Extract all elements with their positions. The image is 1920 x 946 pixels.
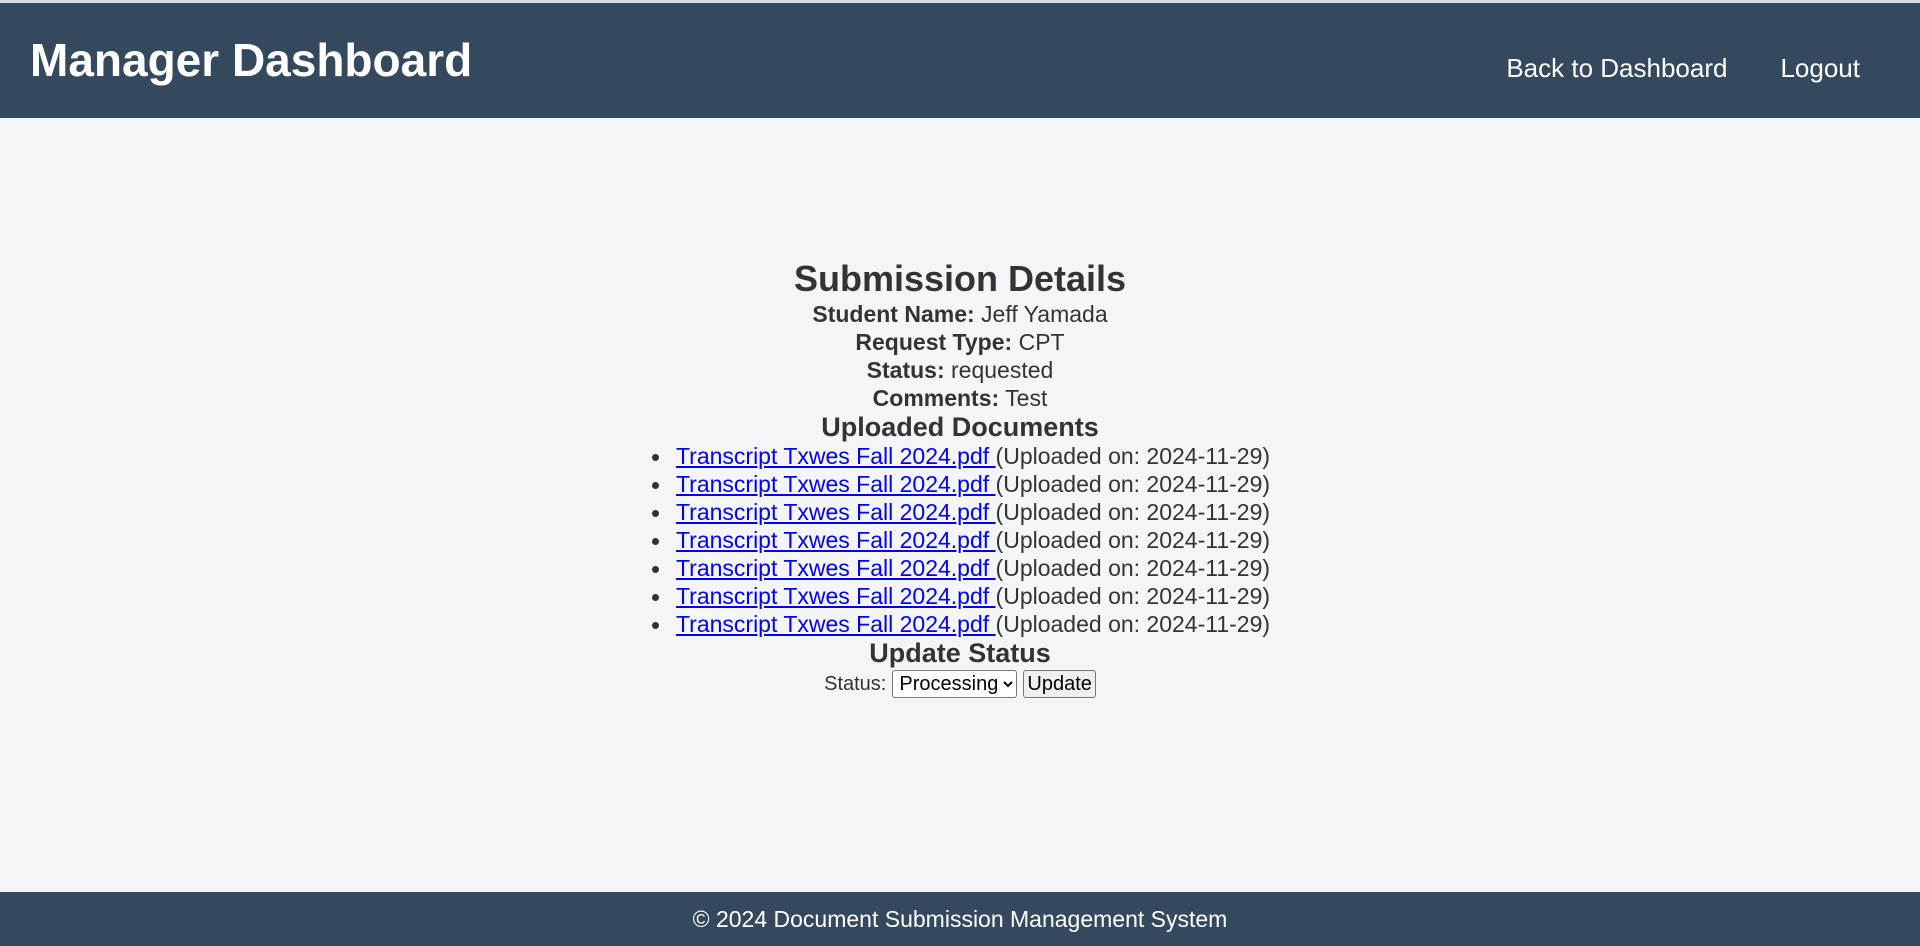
request-type-value: CPT — [1018, 329, 1065, 355]
document-item: Transcript Txwes Fall 2024.pdf (Uploaded… — [650, 442, 1270, 470]
bullet-icon — [651, 510, 659, 517]
status-label: Status: — [866, 357, 945, 383]
page-footer: © 2024 Document Submission Management Sy… — [0, 892, 1920, 946]
upload-date: (Uploaded on: 2024-11-29) — [995, 443, 1271, 469]
document-item: Transcript Txwes Fall 2024.pdf (Uploaded… — [650, 470, 1270, 498]
uploaded-documents-heading: Uploaded Documents — [821, 412, 1099, 442]
student-name-value: Jeff Yamada — [981, 301, 1108, 327]
document-link[interactable]: Transcript Txwes Fall 2024.pdf — [676, 471, 996, 497]
upload-date: (Uploaded on: 2024-11-29) — [995, 499, 1271, 525]
document-link[interactable]: Transcript Txwes Fall 2024.pdf — [676, 583, 996, 609]
bullet-icon — [651, 594, 659, 601]
upload-date: (Uploaded on: 2024-11-29) — [995, 611, 1271, 637]
student-name-row: Student Name: Jeff Yamada — [0, 300, 1920, 328]
main-content: Submission Details Student Name: Jeff Ya… — [0, 118, 1920, 892]
comments-label: Comments: — [872, 385, 1000, 411]
logout-link[interactable]: Logout — [1780, 52, 1860, 84]
document-link[interactable]: Transcript Txwes Fall 2024.pdf — [676, 527, 996, 553]
comments-row: Comments: Test — [0, 384, 1920, 412]
bullet-icon — [651, 622, 659, 629]
document-item: Transcript Txwes Fall 2024.pdf (Uploaded… — [650, 610, 1270, 638]
back-to-dashboard-link[interactable]: Back to Dashboard — [1506, 52, 1727, 84]
upload-date: (Uploaded on: 2024-11-29) — [995, 471, 1271, 497]
submission-details: Submission Details Student Name: Jeff Ya… — [0, 258, 1920, 698]
document-link[interactable]: Transcript Txwes Fall 2024.pdf — [676, 555, 996, 581]
update-status-form: Status: Processing Update — [0, 670, 1920, 698]
status-value: requested — [951, 357, 1054, 383]
status-row: Status: requested — [0, 356, 1920, 384]
comments-value: Test — [1005, 385, 1048, 411]
upload-date: (Uploaded on: 2024-11-29) — [995, 555, 1271, 581]
update-button[interactable]: Update — [1023, 670, 1096, 698]
upload-date: (Uploaded on: 2024-11-29) — [995, 527, 1271, 553]
document-item: Transcript Txwes Fall 2024.pdf (Uploaded… — [650, 526, 1270, 554]
bullet-icon — [651, 454, 659, 461]
request-type-label: Request Type: — [855, 329, 1013, 355]
status-select-label: Status: — [824, 673, 887, 695]
app-header: Manager Dashboard Back to Dashboard Logo… — [0, 3, 1920, 118]
document-item: Transcript Txwes Fall 2024.pdf (Uploaded… — [650, 498, 1270, 526]
documents-list: Transcript Txwes Fall 2024.pdf (Uploaded… — [650, 442, 1270, 638]
footer-copyright: © 2024 Document Submission Management Sy… — [692, 906, 1228, 932]
page-title: Submission Details — [793, 258, 1127, 299]
upload-date: (Uploaded on: 2024-11-29) — [995, 583, 1271, 609]
document-link[interactable]: Transcript Txwes Fall 2024.pdf — [676, 499, 996, 525]
document-link[interactable]: Transcript Txwes Fall 2024.pdf — [676, 443, 996, 469]
bullet-icon — [651, 538, 659, 545]
update-status-heading: Update Status — [869, 638, 1051, 668]
bullet-icon — [651, 482, 659, 489]
student-name-label: Student Name: — [812, 301, 975, 327]
header-nav: Back to Dashboard Logout — [1506, 52, 1860, 84]
app-title: Manager Dashboard — [30, 34, 473, 86]
status-select[interactable]: Processing — [892, 670, 1018, 698]
request-type-row: Request Type: CPT — [0, 328, 1920, 356]
bullet-icon — [651, 566, 659, 573]
document-link[interactable]: Transcript Txwes Fall 2024.pdf — [676, 611, 996, 637]
document-item: Transcript Txwes Fall 2024.pdf (Uploaded… — [650, 554, 1270, 582]
document-item: Transcript Txwes Fall 2024.pdf (Uploaded… — [650, 582, 1270, 610]
